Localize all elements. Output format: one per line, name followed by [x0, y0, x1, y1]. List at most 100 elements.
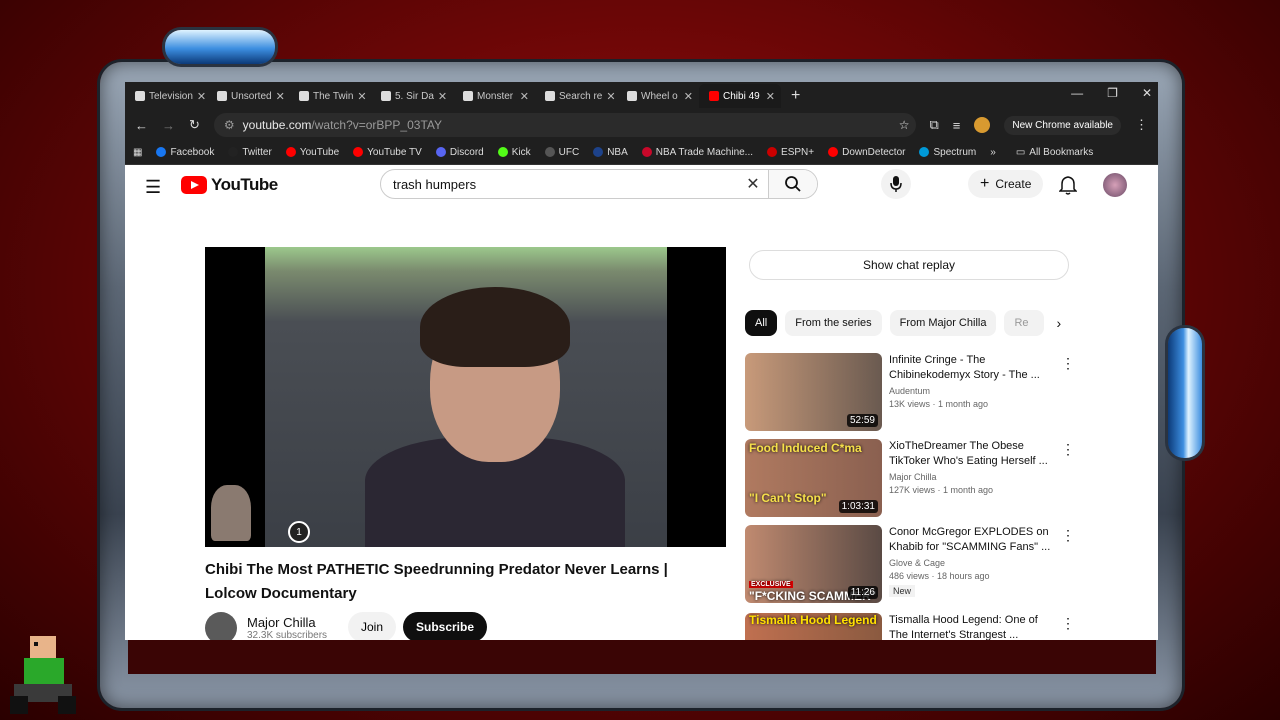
address-toolbar: ← → ↻ ⚙ youtube.com/watch?v=orBPP_03TAY …	[125, 110, 1158, 140]
rec-channel[interactable]: Glove & Cage	[889, 558, 1059, 568]
extensions-icon[interactable]: ⧉	[930, 117, 939, 133]
profile-icon[interactable]	[974, 117, 991, 133]
chip-from-channel[interactable]: From Major Chilla	[889, 310, 997, 336]
chip-related[interactable]: Re	[1004, 310, 1045, 336]
notifications-bell-icon[interactable]	[1058, 175, 1078, 200]
chip-from-series[interactable]: From the series	[785, 310, 882, 336]
channel-name[interactable]: Major Chilla	[247, 615, 327, 630]
tab-7-active[interactable]: Chibi 49 ✕	[699, 84, 781, 108]
tab-3[interactable]: 5. Sir Da ✕	[371, 84, 453, 108]
site-info-icon[interactable]: ⚙	[224, 118, 235, 132]
subscribe-button[interactable]: Subscribe	[403, 612, 488, 640]
hamburger-menu-icon[interactable]: ☰	[145, 177, 161, 198]
thumbnail[interactable]: Food Induced C*ma "I Can't Stop" 1:03:31	[745, 439, 882, 517]
tab-2[interactable]: The Twin ✕	[289, 84, 371, 108]
bookmark-downdetector[interactable]: DownDetector	[828, 147, 905, 158]
forward-icon[interactable]: →	[162, 118, 175, 133]
reload-icon[interactable]: ↻	[189, 117, 200, 133]
bookmark-espn[interactable]: ESPN+	[767, 147, 814, 158]
youtube-logo[interactable]: YouTube	[181, 175, 278, 195]
info-badge[interactable]: 1	[288, 521, 310, 543]
bookmark-spectrum[interactable]: Spectrum	[919, 147, 976, 158]
recommendation-item[interactable]: Food Induced C*ma "I Can't Stop" 1:03:31…	[745, 439, 1075, 519]
channel-avatar[interactable]	[205, 612, 237, 640]
tab-4[interactable]: Monster ✕	[453, 84, 535, 108]
rec-title[interactable]: Conor McGregor EXPLODES on Khabib for "S…	[889, 525, 1059, 555]
video-title: Chibi The Most PATHETIC Speedrunning Pre…	[205, 561, 668, 602]
new-chrome-button[interactable]: New Chrome available	[1004, 115, 1121, 135]
chip-all[interactable]: All	[745, 310, 778, 336]
bookmark-star-icon[interactable]: ☆	[899, 118, 910, 132]
bookmark-youtube[interactable]: YouTube	[285, 147, 339, 158]
bookmark-facebook[interactable]: Facebook	[156, 147, 214, 158]
duration-badge: 11:26	[847, 586, 878, 599]
rec-title[interactable]: Tismalla Hood Legend: One of The Interne…	[889, 613, 1059, 640]
back-icon[interactable]: ←	[135, 118, 148, 133]
tab-1[interactable]: Unsorted ✕	[207, 84, 289, 108]
recommendation-item[interactable]: 52:59 Infinite Cringe - The Chibinekodem…	[745, 353, 1075, 433]
video-frame	[265, 247, 667, 547]
duration-badge: 52:59	[846, 414, 878, 427]
frame-bottom-panel	[128, 640, 1156, 674]
recommendation-item[interactable]: EXCLUSIVE "F*CKING SCAMMER" 11:26 Conor …	[745, 525, 1075, 605]
all-bookmarks[interactable]: ▭ All Bookmarks	[1016, 147, 1093, 158]
thumbnail-caption: Food Induced C*ma	[749, 441, 862, 455]
more-actions-icon[interactable]: ⋮	[1061, 441, 1075, 458]
show-chat-replay-button[interactable]: Show chat replay	[749, 250, 1069, 280]
more-actions-icon[interactable]: ⋮	[1061, 355, 1075, 372]
folder-icon: ▭	[1015, 146, 1026, 158]
clear-search-icon[interactable]: ✕	[738, 174, 768, 194]
maximize-icon[interactable]: ❐	[1107, 86, 1118, 100]
bookmark-discord[interactable]: Discord	[435, 147, 484, 158]
rec-meta: 486 views · 18 hours ago	[889, 571, 990, 581]
bookmark-nba[interactable]: NBA	[593, 147, 628, 158]
search-button[interactable]	[768, 170, 817, 198]
tab-5[interactable]: Search re ✕	[535, 84, 617, 108]
channel-info: Major Chilla 32.3K subscribers	[205, 612, 327, 640]
frame-tube-right	[1168, 328, 1202, 458]
close-window-icon[interactable]: ✕	[1142, 86, 1152, 100]
bookmark-youtube-tv[interactable]: YouTube TV	[353, 147, 422, 158]
url-bar[interactable]: ⚙ youtube.com/watch?v=orBPP_03TAY ☆	[213, 113, 916, 137]
microphone-icon	[890, 176, 902, 192]
bookmark-twitter[interactable]: Twitter	[228, 147, 272, 158]
bookmark-ufc[interactable]: UFC	[544, 147, 579, 158]
window-controls: — ❐ ✕	[1071, 86, 1152, 100]
rec-title[interactable]: Infinite Cringe - The Chibinekodemyx Sto…	[889, 353, 1059, 383]
rec-channel[interactable]: Major Chilla	[889, 472, 1059, 482]
microphone-button[interactable]	[881, 169, 911, 199]
tab-6[interactable]: Wheel o ✕	[617, 84, 699, 108]
chrome-menu-icon[interactable]: ⋮	[1135, 117, 1148, 133]
rec-title[interactable]: XioTheDreamer The Obese TikToker Who's E…	[889, 439, 1059, 469]
account-avatar[interactable]	[1103, 173, 1127, 197]
chevron-right-icon[interactable]: ›	[1056, 315, 1061, 331]
more-bookmarks-icon[interactable]: »	[990, 147, 996, 158]
bookmark-nba-trade-machine[interactable]: NBA Trade Machine...	[641, 147, 753, 158]
minimize-icon[interactable]: —	[1071, 86, 1083, 100]
search-icon	[785, 176, 801, 192]
join-button[interactable]: Join	[348, 612, 397, 640]
recommendation-item[interactable]: Tismalla Hood Legend Tismalla Hood Legen…	[745, 613, 1075, 640]
thumbnail-caption: EXCLUSIVE	[749, 581, 793, 588]
apps-icon[interactable]: ▦	[133, 147, 142, 158]
pixel-character-sprite	[10, 636, 76, 714]
youtube-header: ☰ YouTube trash humpers ✕ + Create	[125, 165, 1158, 205]
more-actions-icon[interactable]: ⋮	[1061, 615, 1075, 632]
cat-figure-overlay	[211, 485, 251, 541]
browser-window: Television ✕ Unsorted ✕ The Twin ✕ 5. Sir D…	[125, 82, 1158, 640]
bookmark-kick[interactable]: Kick	[497, 147, 531, 158]
more-actions-icon[interactable]: ⋮	[1061, 527, 1075, 544]
rec-channel[interactable]: Audentum	[889, 386, 1059, 396]
video-player[interactable]: 1	[205, 247, 726, 547]
create-button[interactable]: + Create	[968, 170, 1044, 198]
youtube-play-icon	[181, 176, 207, 194]
thumbnail[interactable]: 52:59	[745, 353, 882, 431]
tab-strip: Television ✕ Unsorted ✕ The Twin ✕ 5. Sir D…	[125, 82, 1158, 110]
thumbnail[interactable]: Tismalla Hood Legend	[745, 613, 882, 640]
filter-chips: All From the series From Major Chilla Re…	[745, 310, 1061, 336]
tab-0[interactable]: Television ✕	[125, 84, 207, 108]
new-tab-button[interactable]: +	[791, 87, 800, 105]
search-input[interactable]: trash humpers	[381, 177, 738, 192]
media-icon[interactable]: ≡	[953, 118, 961, 133]
thumbnail[interactable]: EXCLUSIVE "F*CKING SCAMMER" 11:26	[745, 525, 882, 603]
